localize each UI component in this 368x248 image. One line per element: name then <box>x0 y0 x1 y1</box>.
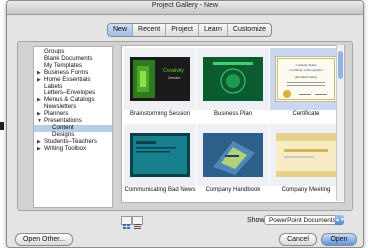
template-company-handbook[interactable]: Company Handbook <box>197 124 269 195</box>
project-gallery-window: Project Gallery - New New Recent Project… <box>6 0 364 248</box>
list-view-button[interactable] <box>132 216 143 229</box>
background-edge-mark <box>0 122 4 130</box>
disclosure-triangle-icon[interactable]: ▶ <box>37 97 41 104</box>
slide-subtitle-text: Session <box>168 76 181 80</box>
seal-icon <box>283 90 291 98</box>
disclosure-triangle-icon[interactable]: ▶ <box>37 146 41 153</box>
template-company-meeting[interactable]: Company Meeting <box>270 124 342 195</box>
template-label: Certificate <box>292 111 320 117</box>
disclosure-triangle-icon[interactable]: ▶ <box>37 139 41 146</box>
slide-preview-image: Creativity Session <box>130 57 190 101</box>
window-title: Project Gallery - New <box>151 2 219 9</box>
slide-preview-image <box>130 133 190 177</box>
slide-preview-image: Company Name Certificate of Recognition … <box>275 56 337 102</box>
category-item-writing-toolbox[interactable]: ▶ Writing Toolbox <box>34 145 112 153</box>
title-bar[interactable]: Project Gallery - New <box>7 1 363 15</box>
tab-new[interactable]: New <box>108 24 134 36</box>
template-communicating-bad-news[interactable]: Communicating Bad News <box>124 124 196 195</box>
template-label: Company Meeting <box>281 187 331 193</box>
template-grid-scrollbar[interactable] <box>336 45 344 201</box>
disclosure-triangle-icon[interactable]: ▶ <box>37 77 41 84</box>
cancel-button[interactable]: Cancel <box>279 233 317 246</box>
thumbnail-view-button[interactable] <box>121 216 132 229</box>
certificate-company-text: Company Name <box>296 63 317 67</box>
slide-preview-image <box>203 57 263 101</box>
template-label: Communicating Bad News <box>124 187 196 193</box>
tab-recent[interactable]: Recent <box>133 24 167 36</box>
open-other-button[interactable]: Open Other... <box>15 233 73 246</box>
tab-customize[interactable]: Customize <box>228 24 271 36</box>
certificate-title-text: Certificate of Recognition <box>289 68 323 72</box>
certificate-recipient-text: [Recipient Name] <box>295 75 316 79</box>
template-brainstorming-session[interactable]: Creativity Session Brainstorming Session <box>124 48 196 119</box>
tab-bar: New Recent Project Learn Customize <box>107 23 272 37</box>
select-arrows-icon[interactable]: ▲▼ <box>335 215 345 225</box>
template-business-plan[interactable]: Business Plan <box>197 48 269 119</box>
template-label: Company Handbook <box>205 187 261 193</box>
category-list[interactable]: Groups Blank Documents My Templates ▶ Bus… <box>33 46 113 208</box>
open-button[interactable]: Open <box>321 233 357 246</box>
disclosure-triangle-icon[interactable]: ▶ <box>37 111 41 118</box>
slide-preview-image <box>203 133 263 177</box>
slide-title-text: Creativity <box>163 68 184 74</box>
disclosure-triangle-open-icon[interactable]: ▼ <box>37 118 42 125</box>
grid-view-icon <box>123 224 130 229</box>
template-certificate[interactable]: Company Name Certificate of Recognition … <box>270 48 342 119</box>
template-label: Business Plan <box>213 111 253 117</box>
template-label: Brainstorming Session <box>129 111 191 117</box>
slide-preview-image <box>276 133 336 177</box>
template-grid: Creativity Session Brainstorming Session… <box>121 45 345 203</box>
disclosure-triangle-icon[interactable]: ▶ <box>37 70 41 77</box>
list-view-icon <box>134 224 141 229</box>
tab-learn[interactable]: Learn <box>199 24 228 36</box>
tab-project[interactable]: Project <box>166 24 199 36</box>
scrollbar-thumb[interactable] <box>338 51 343 79</box>
show-filter-select[interactable]: PowerPoint Documents <box>264 215 344 225</box>
